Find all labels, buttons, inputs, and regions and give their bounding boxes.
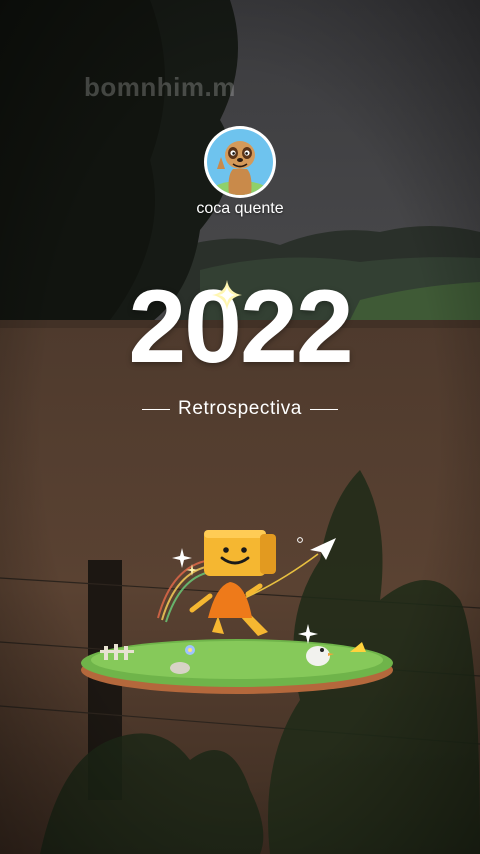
retrospective-illustration <box>81 530 393 694</box>
subtitle-text: Retrospectiva <box>178 398 302 419</box>
watermark-text: bomnhim.m <box>84 72 236 102</box>
box-head-character-icon <box>189 530 276 636</box>
story-screen[interactable]: bomnhim.m coca quente 2022 Retrospectiva <box>0 0 480 854</box>
divider-right <box>309 408 338 410</box>
profile-avatar[interactable] <box>204 126 276 198</box>
meerkat-avatar-icon <box>207 129 273 195</box>
subtitle-row: Retrospectiva <box>0 396 480 422</box>
sparkle-icon <box>212 280 242 310</box>
divider-left <box>142 408 171 410</box>
username-label: coca quente <box>196 200 284 217</box>
